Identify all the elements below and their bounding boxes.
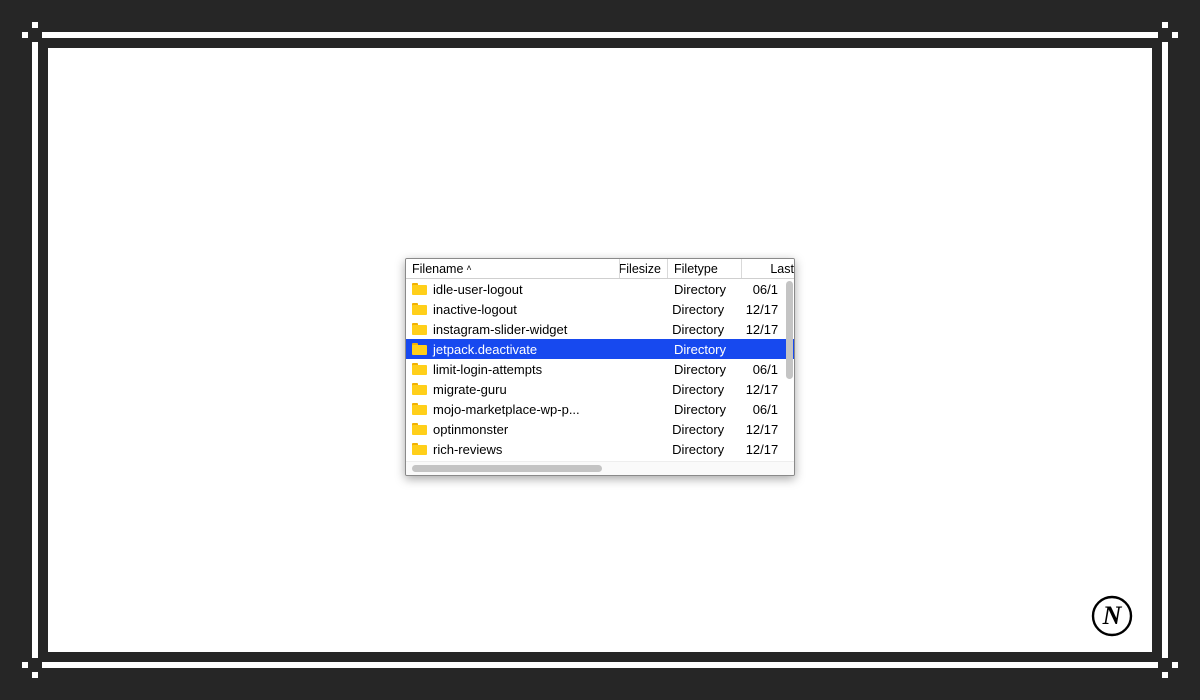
table-row[interactable]: instagram-slider-widget Directory12/17 [406,319,794,339]
file-list-header: Filename ˄ Filesize Filetype Last [406,259,794,279]
content-canvas: Filename ˄ Filesize Filetype Last idle-u… [48,48,1152,652]
filename-text: optinmonster [433,422,508,437]
vertical-scrollbar[interactable] [786,281,793,445]
filename-text: rich-reviews [433,442,502,457]
cell-filename: migrate-guru [406,382,618,397]
filename-text: mojo-marketplace-wp-p... [433,402,580,417]
frame-bar-bottom [22,662,1178,668]
column-header-label: Filetype [674,262,718,276]
column-header-filetype[interactable]: Filetype [668,259,742,278]
cell-last: 12/17 [740,442,784,457]
cell-filetype: Directory [666,302,740,317]
cell-filetype: Directory [668,402,742,417]
frame-gap [1158,658,1172,672]
column-header-label: Last [770,262,794,276]
sort-asc-icon: ˄ [466,264,471,273]
file-list-panel: Filename ˄ Filesize Filetype Last idle-u… [405,258,795,476]
column-header-label: Filesize [620,262,661,276]
table-row[interactable]: limit-login-attempts Directory06/1 [406,359,794,379]
cell-filename: instagram-slider-widget [406,322,618,337]
file-list-rows: idle-user-logoutDirectory06/1inactive-lo… [406,279,794,461]
vertical-scrollbar-thumb[interactable] [786,281,793,379]
cell-filetype: Directory [666,422,740,437]
table-row[interactable]: migrate-guru Directory12/17 [406,379,794,399]
cell-filetype: Directory [666,442,740,457]
cell-filename: limit-login-attempts [406,362,620,377]
table-row[interactable]: jetpack.deactivate Directory [406,339,794,359]
cell-filetype: Directory [668,362,742,377]
table-row[interactable]: idle-user-logout Directory06/1 [406,279,794,299]
filename-text: migrate-guru [433,382,507,397]
frame-bar-left [32,22,38,678]
cell-filetype: Directory [666,322,740,337]
folder-icon [412,363,427,375]
cell-filename: mojo-marketplace-wp-p... [406,402,620,417]
table-row[interactable]: rich-reviews Directory12/17 [406,439,794,459]
column-header-label: Filename [412,262,463,276]
page-frame: Filename ˄ Filesize Filetype Last idle-u… [0,0,1200,700]
cell-last: 06/1 [742,362,784,377]
cell-filename: rich-reviews [406,442,618,457]
cell-last: 12/17 [740,382,784,397]
folder-icon [412,443,427,455]
frame-bar-top [22,32,1178,38]
folder-icon [412,383,427,395]
column-header-filename[interactable]: Filename ˄ [406,259,620,278]
frame-gap [28,28,42,42]
table-row[interactable]: mojo-marketplace-wp-p... Directory06/1 [406,399,794,419]
cell-filetype: Directory [666,382,740,397]
frame-gap [1158,28,1172,42]
cell-filename: optinmonster [406,422,618,437]
cell-last: 06/1 [742,402,784,417]
cell-last: 12/17 [740,422,784,437]
filename-text: limit-login-attempts [433,362,542,377]
filename-text: instagram-slider-widget [433,322,567,337]
table-row[interactable]: optinmonster Directory12/17 [406,419,794,439]
folder-icon [412,323,427,335]
cell-last: 06/1 [742,282,784,297]
cell-last: 12/17 [740,322,784,337]
folder-icon [412,303,427,315]
cell-filename: jetpack.deactivate [406,342,620,357]
table-row[interactable]: inactive-logout Directory12/17 [406,299,794,319]
horizontal-scrollbar-thumb[interactable] [412,465,602,472]
cell-filetype: Directory [668,282,742,297]
column-header-filesize[interactable]: Filesize [620,259,668,278]
cell-filename: inactive-logout [406,302,618,317]
folder-icon [412,403,427,415]
folder-icon [412,423,427,435]
frame-gap [28,658,42,672]
watermark-letter: N [1102,601,1123,630]
watermark-logo: N [1090,594,1134,638]
cell-filetype: Directory [668,342,742,357]
column-header-last[interactable]: Last [742,259,794,278]
cell-filename: idle-user-logout [406,282,620,297]
filename-text: inactive-logout [433,302,517,317]
file-list-body: idle-user-logoutDirectory06/1inactive-lo… [406,279,794,461]
cell-last: 12/17 [740,302,784,317]
horizontal-scrollbar[interactable] [406,461,794,475]
folder-icon [412,343,427,355]
filename-text: idle-user-logout [433,282,523,297]
folder-icon [412,283,427,295]
frame-bar-right [1162,22,1168,678]
filename-text: jetpack.deactivate [433,342,537,357]
